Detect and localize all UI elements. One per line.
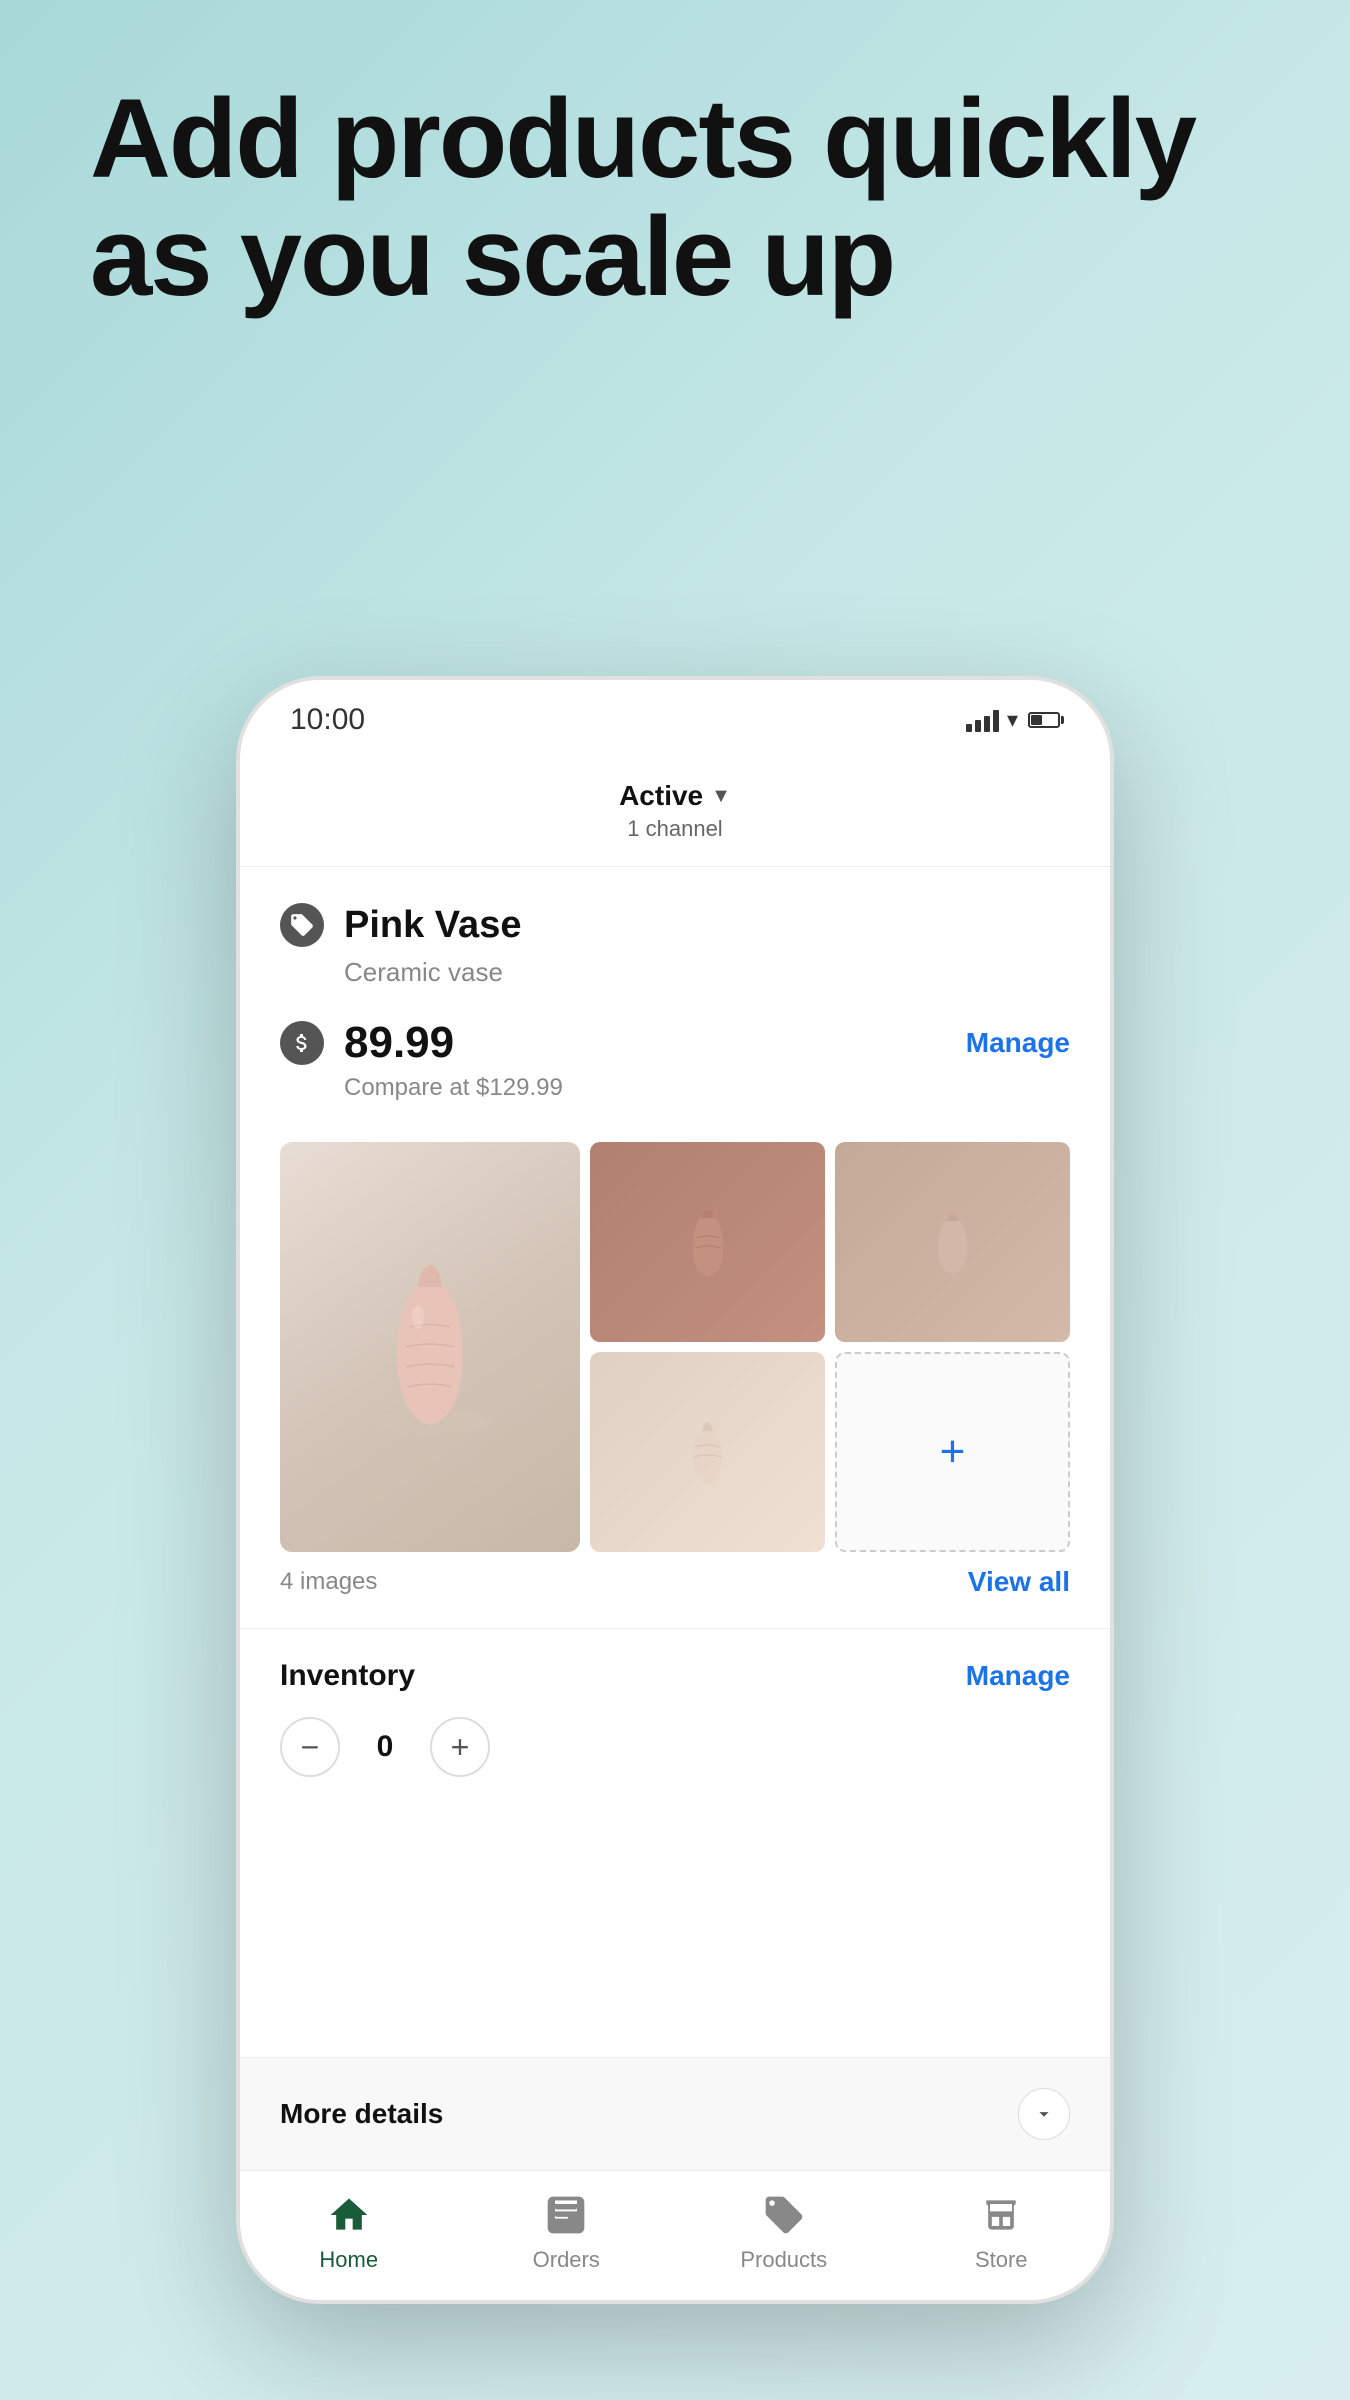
manage-price-button[interactable]: Manage [966,1027,1070,1059]
hero-section: Add products quickly as you scale up [90,80,1260,315]
nav-label-orders: Orders [533,2247,600,2273]
quantity-control: − 0 + [280,1717,1070,1777]
home-icon [323,2189,375,2241]
hero-title: Add products quickly as you scale up [90,80,1260,315]
vase-svg [360,1247,500,1447]
dollar-icon [280,1021,324,1065]
active-header: Active ▼ 1 channel [240,760,1110,867]
inventory-section: Inventory Manage − 0 + [240,1629,1110,1807]
app-content: Active ▼ 1 channel Pink Vase Ceramic vas… [240,760,1110,2300]
chevron-down-icon [1033,2103,1055,2125]
nav-item-home[interactable]: Home [289,2189,409,2273]
phone-mockup: 10:00 ▾ Active ▼ 1 channel [240,680,1110,2300]
nav-label-products: Products [740,2247,827,2273]
main-image-inner [280,1142,580,1552]
images-footer: 4 images View all [280,1566,1070,1598]
price-row: 89.99 Manage [280,1018,1070,1068]
tag-icon [280,903,324,947]
status-time: 10:00 [290,703,365,737]
images-grid: + [280,1142,1070,1552]
orders-svg [544,2193,588,2237]
product-section: Pink Vase Ceramic vase 89.99 Manage [240,867,1110,1132]
store-svg [979,2193,1023,2237]
increment-button[interactable]: + [430,1717,490,1777]
products-icon [758,2189,810,2241]
thumbnail-image-2[interactable] [835,1142,1070,1342]
product-description: Ceramic vase [344,957,1070,988]
decrement-button[interactable]: − [280,1717,340,1777]
wifi-icon: ▾ [1007,707,1018,733]
thumbnail-image-1[interactable] [590,1142,825,1342]
thumb-vase-2-svg [925,1207,980,1277]
status-icons: ▾ [966,707,1060,733]
add-image-button[interactable]: + [835,1352,1070,1552]
dollar-svg [290,1031,314,1055]
nav-item-orders[interactable]: Orders [506,2189,626,2273]
product-name-row: Pink Vase [280,903,1070,947]
manage-inventory-button[interactable]: Manage [966,1660,1070,1692]
thumbnail-image-3[interactable] [590,1352,825,1552]
more-details-label: More details [280,2098,443,2130]
more-details-toggle[interactable] [1018,2088,1070,2140]
store-icon [975,2189,1027,2241]
phone-frame: 10:00 ▾ Active ▼ 1 channel [240,680,1110,2300]
channel-count: 1 channel [280,816,1070,842]
chevron-down-icon[interactable]: ▼ [711,785,731,808]
products-svg [762,2193,806,2237]
price-left: 89.99 [280,1018,454,1068]
thumb-vase-3-svg [680,1417,735,1487]
price-value: 89.99 [344,1018,454,1068]
nav-item-store[interactable]: Store [941,2189,1061,2273]
active-status-row: Active ▼ [280,780,1070,812]
quantity-value: 0 [370,1730,400,1764]
tag-svg [289,912,315,938]
active-label: Active [619,780,703,812]
more-details-bar: More details [240,2057,1110,2170]
battery-icon [1028,712,1060,728]
nav-label-home: Home [319,2247,378,2273]
view-all-button[interactable]: View all [968,1566,1070,1598]
product-name: Pink Vase [344,904,521,947]
inventory-header: Inventory Manage [280,1659,1070,1693]
orders-icon [540,2189,592,2241]
signal-icon [966,708,999,732]
bottom-nav: Home Orders [240,2170,1110,2300]
status-bar: 10:00 ▾ [240,680,1110,760]
main-product-image[interactable] [280,1142,580,1552]
compare-at-price: Compare at $129.99 [344,1074,1070,1102]
home-svg [327,2193,371,2237]
images-count: 4 images [280,1568,377,1596]
plus-icon: + [940,1427,966,1477]
nav-label-store: Store [975,2247,1028,2273]
nav-item-products[interactable]: Products [724,2189,844,2273]
inventory-title: Inventory [280,1659,415,1693]
thumb-vase-1-svg [678,1202,738,1282]
